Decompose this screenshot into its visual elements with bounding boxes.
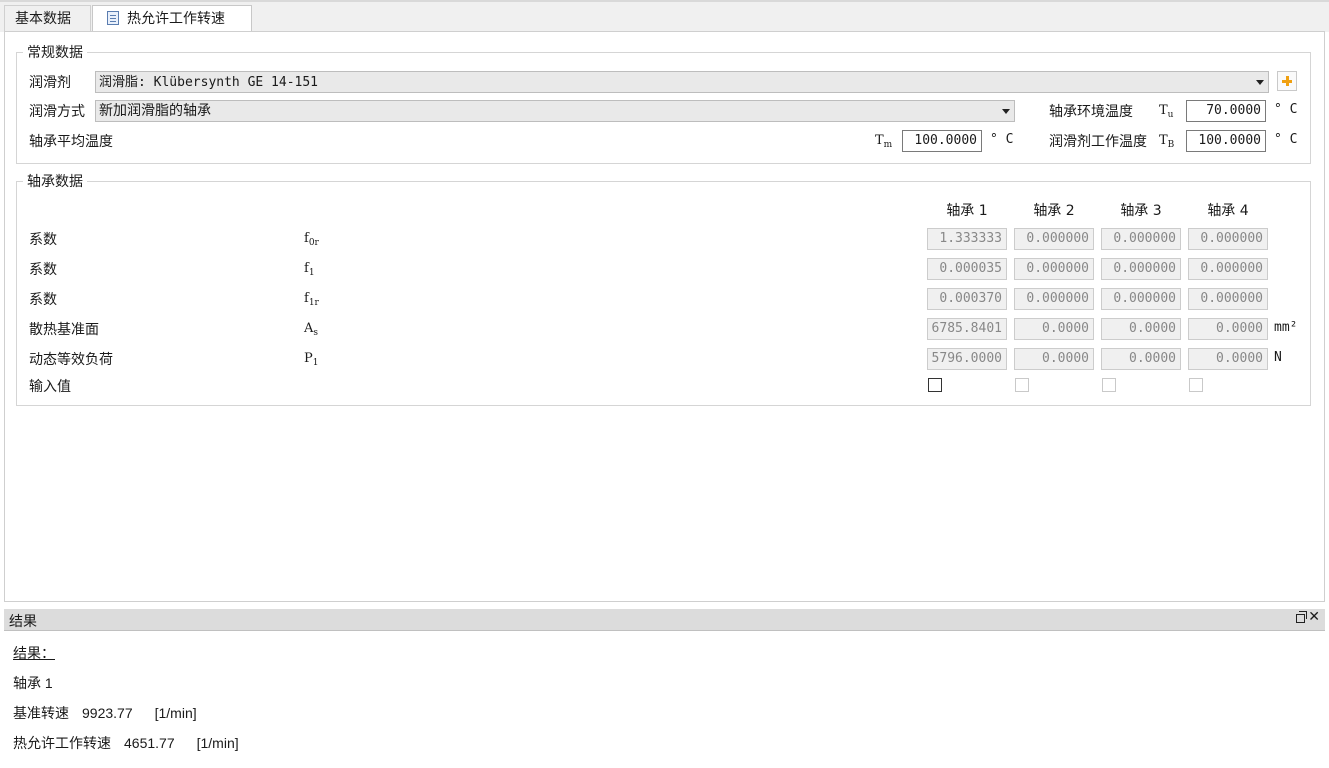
results-heading: 结果：: [13, 645, 55, 661]
lubricant-select-value: 润滑脂: Klübersynth GE 14-151: [99, 75, 319, 90]
ambient-temp-label: 轴承环境温度: [1049, 104, 1133, 120]
bearing-1-value[interactable]: 1.333333: [927, 228, 1007, 250]
bearing-1-value[interactable]: 0.000370: [927, 288, 1007, 310]
tab-thermal-speed-label: 热允许工作转速: [127, 11, 225, 27]
column-header-bearing-3: 轴承 3: [1120, 203, 1162, 219]
bearing-data-legend: 轴承数据: [27, 174, 83, 190]
bearing-2-value[interactable]: 0.000000: [1014, 228, 1094, 250]
bearing-4-value[interactable]: 0.0000: [1188, 318, 1268, 340]
mean-temp-input[interactable]: 100.0000: [902, 130, 982, 152]
bearing-2-input-checkbox[interactable]: [1015, 378, 1029, 392]
thermal-speed-value: 4651.77: [124, 735, 175, 751]
bearing-3-value[interactable]: 0.000000: [1101, 288, 1181, 310]
mean-temp-label: 轴承平均温度: [29, 134, 113, 150]
bearing-2-value[interactable]: 0.0000: [1014, 348, 1094, 370]
ref-speed-line: 基准转速 9923.77 [1/min]: [13, 703, 197, 723]
dropdown-arrow-icon: [1002, 109, 1010, 114]
row-unit: N: [1274, 350, 1282, 365]
bearing-3-value[interactable]: 0.000000: [1101, 228, 1181, 250]
row-symbol: As: [304, 321, 319, 338]
row-symbol: f0r: [304, 231, 319, 248]
thermal-speed-unit: [1/min]: [196, 735, 239, 751]
bearing-4-value[interactable]: 0.000000: [1188, 288, 1268, 310]
mean-temp-unit: ° C: [990, 132, 1014, 147]
bearing-2-value[interactable]: 0.000000: [1014, 258, 1094, 280]
close-icon[interactable]: ✕: [1308, 609, 1320, 625]
mean-temp-symbol: Tm: [875, 133, 893, 150]
ambient-temp-symbol: Tu: [1159, 103, 1174, 120]
row-symbol: f1r: [304, 291, 319, 308]
row-label: 系数: [29, 292, 57, 308]
ambient-temp-unit: ° C: [1274, 102, 1298, 117]
dropdown-arrow-icon: [1256, 80, 1264, 85]
thermal-speed-line: 热允许工作转速 4651.77 [1/min]: [13, 733, 239, 753]
document-icon: [107, 11, 119, 25]
bearing-4-input-checkbox[interactable]: [1189, 378, 1203, 392]
row-label: 散热基准面: [29, 322, 99, 338]
row-label: 动态等效负荷: [29, 352, 113, 368]
lubricant-select[interactable]: 润滑脂: Klübersynth GE 14-151: [95, 71, 1269, 93]
add-lubricant-button[interactable]: [1277, 71, 1297, 91]
float-window-icon[interactable]: [1296, 611, 1307, 623]
ref-speed-label: 基准转速: [13, 705, 69, 721]
lubrication-method-select[interactable]: 新加润滑脂的轴承: [95, 100, 1015, 122]
bearing-3-value[interactable]: 0.0000: [1101, 348, 1181, 370]
lub-work-temp-label: 润滑剂工作温度: [1049, 134, 1147, 150]
results-dock-titlebar: 结果 ✕: [4, 609, 1325, 631]
ambient-temp-input[interactable]: 70.0000: [1186, 100, 1266, 122]
bearing-4-value[interactable]: 0.000000: [1188, 258, 1268, 280]
bearing-3-value[interactable]: 0.000000: [1101, 258, 1181, 280]
lubricant-label: 润滑剂: [29, 75, 71, 91]
ref-speed-value: 9923.77: [82, 705, 133, 721]
bearing-1-input-checkbox[interactable]: [928, 378, 942, 392]
input-value-label: 输入值: [29, 379, 71, 395]
row-unit: mm²: [1274, 320, 1298, 335]
bearing-1-value[interactable]: 5796.0000: [927, 348, 1007, 370]
lubrication-method-value: 新加润滑脂的轴承: [99, 103, 211, 119]
lub-work-temp-unit: ° C: [1274, 132, 1298, 147]
thermal-speed-label: 热允许工作转速: [13, 735, 111, 751]
bearing-3-input-checkbox[interactable]: [1102, 378, 1116, 392]
row-label: 系数: [29, 262, 57, 278]
bearing-2-value[interactable]: 0.0000: [1014, 318, 1094, 340]
column-header-bearing-1: 轴承 1: [946, 203, 988, 219]
bearing-2-value[interactable]: 0.000000: [1014, 288, 1094, 310]
bearing-4-value[interactable]: 0.000000: [1188, 228, 1268, 250]
column-header-bearing-2: 轴承 2: [1033, 203, 1075, 219]
results-bearing-name: 轴承 1: [13, 675, 53, 691]
tab-thermal-speed[interactable]: 热允许工作转速: [92, 5, 252, 34]
row-symbol: f1: [304, 261, 315, 278]
lubrication-method-label: 润滑方式: [29, 104, 85, 120]
tab-bar: 基本数据 热允许工作转速: [0, 0, 1329, 34]
tab-basic-data-label: 基本数据: [15, 11, 71, 27]
row-symbol: P1: [304, 351, 319, 368]
bearing-1-value[interactable]: 0.000035: [927, 258, 1007, 280]
ref-speed-unit: [1/min]: [154, 705, 197, 721]
column-header-bearing-4: 轴承 4: [1207, 203, 1249, 219]
row-label: 系数: [29, 232, 57, 248]
bearing-3-value[interactable]: 0.0000: [1101, 318, 1181, 340]
general-data-legend: 常规数据: [27, 45, 83, 61]
tab-basic-data[interactable]: 基本数据: [4, 5, 91, 34]
bearing-1-value[interactable]: 6785.8401: [927, 318, 1007, 340]
lub-work-temp-input[interactable]: 100.0000: [1186, 130, 1266, 152]
results-dock-title: 结果: [9, 614, 37, 630]
bearing-4-value[interactable]: 0.0000: [1188, 348, 1268, 370]
lub-work-temp-symbol: TB: [1159, 133, 1175, 150]
